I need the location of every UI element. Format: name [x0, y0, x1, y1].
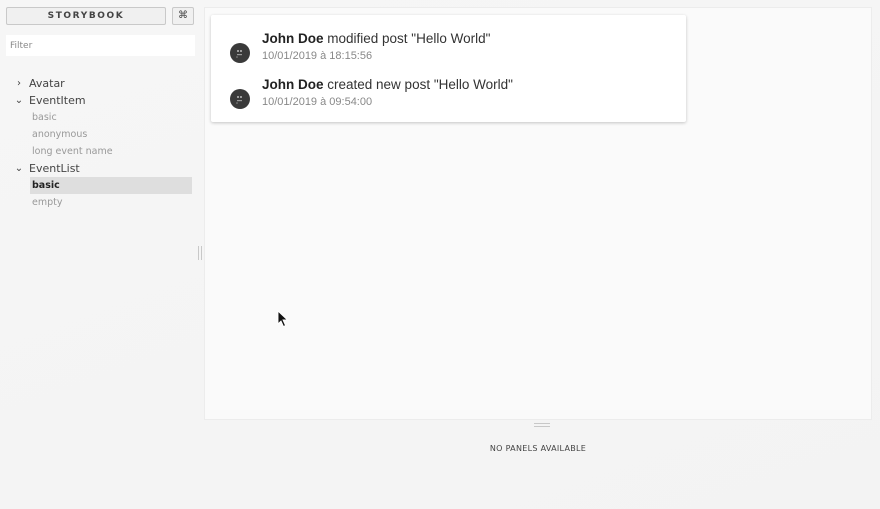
avatar — [230, 43, 250, 63]
tree-kind-eventitem[interactable]: ⌄ EventItem — [0, 92, 200, 109]
tree-story-eventitem-anonymous[interactable]: anonymous — [30, 126, 192, 143]
event-item: John Doe modified post "Hello World" 10/… — [211, 31, 686, 71]
event-author: John Doe — [262, 77, 324, 92]
tree-kind-label: Avatar — [29, 77, 65, 90]
tree-kind-eventlist[interactable]: ⌄ EventList — [0, 160, 200, 177]
tree-kind-avatar[interactable]: › Avatar — [0, 75, 200, 92]
sidebar-resize-handle[interactable] — [198, 246, 202, 260]
event-text: John Doe created new post "Hello World" — [262, 77, 513, 92]
chevron-right-icon: › — [17, 78, 21, 89]
event-date: 10/01/2019 à 09:54:00 — [262, 96, 373, 108]
event-action: modified post "Hello World" — [323, 31, 491, 46]
event-date: 10/01/2019 à 18:15:56 — [262, 50, 373, 62]
brand-row: STORYBOOK ⌘ — [6, 7, 196, 27]
storybook-app: STORYBOOK ⌘ › Avatar ⌄ EventItem basic a… — [0, 0, 880, 509]
tree-story-eventlist-basic[interactable]: basic — [30, 177, 192, 194]
tree-kind-label: EventItem — [29, 94, 86, 107]
command-icon: ⌘ — [178, 10, 188, 21]
tree-story-eventitem-basic[interactable]: basic — [30, 109, 192, 126]
tree-story-eventlist-empty[interactable]: empty — [30, 194, 192, 211]
avatar — [230, 89, 250, 109]
preview-frame: John Doe modified post "Hello World" 10/… — [204, 7, 872, 420]
tree-story-eventitem-long-event-name[interactable]: long event name — [30, 143, 192, 160]
event-author: John Doe — [262, 31, 324, 46]
event-item: John Doe created new post "Hello World" … — [211, 77, 686, 117]
keyboard-shortcuts-button[interactable]: ⌘ — [172, 7, 194, 25]
filter-input[interactable] — [6, 35, 195, 56]
sidebar: STORYBOOK ⌘ › Avatar ⌄ EventItem basic a… — [0, 0, 200, 509]
avatar-icon — [236, 96, 242, 104]
tree-kind-label: EventList — [29, 162, 80, 175]
addons-empty-message: NO PANELS AVAILABLE — [489, 444, 587, 453]
chevron-down-icon: ⌄ — [14, 95, 24, 106]
event-text: John Doe modified post "Hello World" — [262, 31, 490, 46]
event-list: John Doe modified post "Hello World" 10/… — [211, 15, 686, 122]
event-action: created new post "Hello World" — [323, 77, 513, 92]
stories-tree: › Avatar ⌄ EventItem basic anonymous lon… — [0, 75, 200, 211]
chevron-down-icon: ⌄ — [14, 163, 24, 174]
storybook-brand-button[interactable]: STORYBOOK — [6, 7, 166, 25]
mouse-cursor-icon — [277, 310, 289, 328]
addons-resize-handle[interactable] — [534, 423, 550, 427]
avatar-icon — [236, 50, 242, 58]
